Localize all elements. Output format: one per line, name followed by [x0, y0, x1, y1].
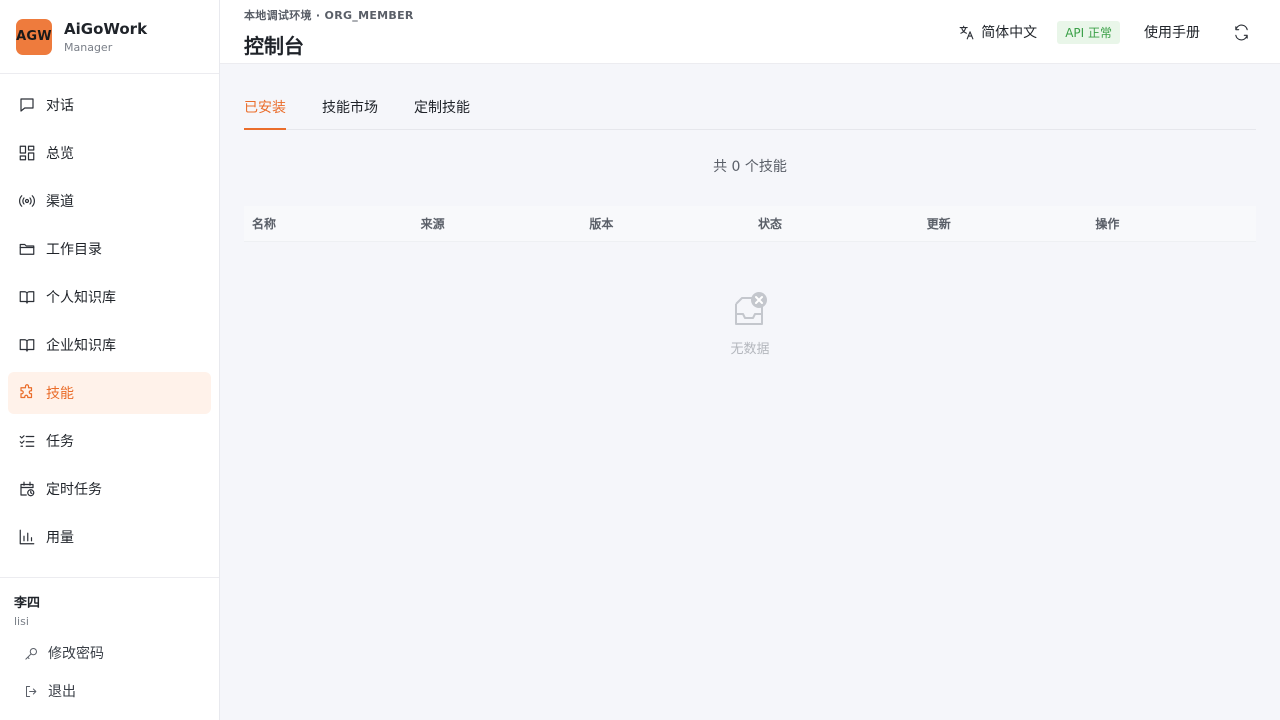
- dashboard-icon: [18, 144, 36, 162]
- sidebar-item-label: 对话: [46, 98, 74, 114]
- sidebar-item-label: 技能: [46, 386, 74, 402]
- sidebar-item-label: 企业知识库: [46, 338, 116, 354]
- refresh-icon: [1234, 24, 1248, 40]
- logout-button[interactable]: 退出: [14, 678, 205, 704]
- environment-label: 本地调试环境 · ORG_MEMBER: [244, 9, 414, 22]
- user-id: lisi: [14, 615, 29, 628]
- sidebar: AGW AiGoWork Manager 对话 总览 渠道 工作目录 个人知识库: [0, 0, 220, 720]
- column-header-updated: 更新: [926, 217, 951, 231]
- user-panel: 李四 lisi 修改密码 退出: [0, 577, 219, 720]
- brand-name: AiGoWork: [64, 19, 148, 38]
- sidebar-item-label: 定时任务: [46, 482, 102, 498]
- brand-role: Manager: [64, 40, 113, 54]
- column-header-actions: 操作: [1095, 217, 1120, 231]
- sidebar-item-overview[interactable]: 总览: [8, 132, 211, 174]
- sidebar-item-chat[interactable]: 对话: [8, 84, 211, 126]
- sidebar-item-tasks[interactable]: 任务: [8, 420, 211, 462]
- sidebar-item-scheduled-tasks[interactable]: 定时任务: [8, 468, 211, 510]
- table-header: 名称 来源 版本 状态 更新 操作: [244, 206, 1256, 242]
- chat-icon: [18, 96, 36, 114]
- bar-chart-icon: [18, 528, 36, 546]
- puzzle-icon: [18, 384, 36, 402]
- language-label: 简体中文: [981, 25, 1038, 41]
- book-icon: [18, 288, 36, 306]
- book-icon: [18, 336, 36, 354]
- calendar-clock-icon: [18, 480, 36, 498]
- skills-table: 名称 来源 版本 状态 更新 操作 无数据: [244, 206, 1256, 357]
- change-password-label: 修改密码: [48, 646, 104, 662]
- tab-installed[interactable]: 已安装: [244, 97, 286, 130]
- sidebar-item-usage[interactable]: 用量: [8, 516, 211, 558]
- language-switcher[interactable]: 简体中文: [958, 22, 1037, 42]
- refresh-button[interactable]: [1232, 23, 1250, 41]
- tab-skill-market[interactable]: 技能市场: [322, 97, 378, 129]
- header: 本地调试环境 · ORG_MEMBER 控制台 简体中文 API 正常 使用手册: [220, 0, 1280, 64]
- folder-icon: [18, 240, 36, 258]
- brand-logo: AGW: [16, 18, 52, 55]
- sidebar-item-enterprise-kb[interactable]: 企业知识库: [8, 324, 211, 366]
- manual-link[interactable]: 使用手册: [1144, 22, 1200, 42]
- broadcast-icon: [18, 192, 36, 210]
- sidebar-item-label: 个人知识库: [46, 290, 116, 306]
- sidebar-item-channels[interactable]: 渠道: [8, 180, 211, 222]
- empty-state: 无数据: [244, 290, 1256, 357]
- main-content: 已安装 技能市场 定制技能 共 0 个技能 名称 来源 版本 状态 更新 操作 …: [244, 64, 1256, 357]
- checklist-icon: [18, 432, 36, 450]
- brand: AGW AiGoWork Manager: [0, 0, 219, 74]
- sidebar-nav: 对话 总览 渠道 工作目录 个人知识库 企业知识库 技能 任务 定时任务 用量: [0, 74, 219, 558]
- column-header-source: 来源: [420, 217, 445, 231]
- tab-bar: 已安装 技能市场 定制技能: [244, 64, 1256, 130]
- logout-label: 退出: [48, 684, 76, 700]
- sidebar-item-label: 工作目录: [46, 242, 102, 258]
- tab-custom-skills[interactable]: 定制技能: [414, 97, 470, 129]
- sidebar-item-label: 渠道: [46, 194, 74, 210]
- column-header-version: 版本: [589, 217, 614, 231]
- skill-count: 共 0 个技能: [713, 159, 787, 175]
- key-icon: [25, 647, 37, 660]
- sidebar-item-label: 任务: [46, 434, 74, 450]
- empty-inbox-icon: [735, 292, 767, 325]
- sidebar-item-workdir[interactable]: 工作目录: [8, 228, 211, 270]
- sidebar-item-label: 用量: [46, 530, 74, 546]
- api-status-badge: API 正常: [1057, 20, 1120, 44]
- sidebar-item-personal-kb[interactable]: 个人知识库: [8, 276, 211, 318]
- page-title: 控制台: [244, 34, 304, 58]
- column-header-status: 状态: [758, 217, 783, 231]
- translate-icon: [959, 25, 974, 39]
- logout-icon: [26, 685, 37, 697]
- column-header-name: 名称: [252, 217, 277, 231]
- user-name: 李四: [14, 596, 41, 611]
- change-password-button[interactable]: 修改密码: [14, 640, 205, 666]
- sidebar-item-skills[interactable]: 技能: [8, 372, 211, 414]
- sidebar-item-label: 总览: [46, 146, 74, 162]
- empty-text: 无数据: [730, 342, 770, 357]
